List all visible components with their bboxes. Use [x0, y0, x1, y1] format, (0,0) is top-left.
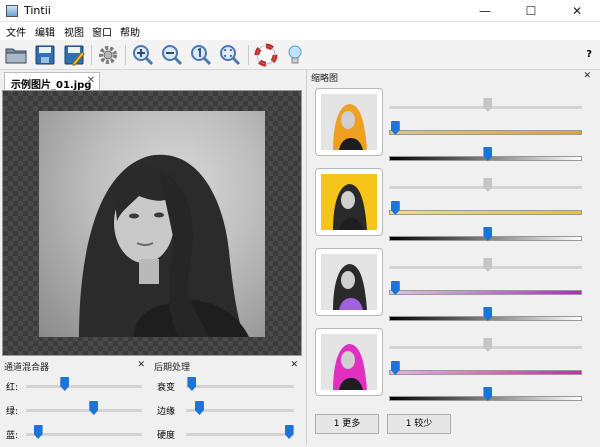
- lightbulb-icon[interactable]: [283, 43, 307, 67]
- thumbnail-close-icon[interactable]: ✕: [583, 71, 591, 81]
- menu-window[interactable]: 窗口: [92, 24, 112, 39]
- mixer-panel-title: 通道混合器 ✕: [4, 360, 149, 374]
- post-edge-label: 边缘: [157, 407, 176, 417]
- mixer-green-track[interactable]: [26, 409, 142, 412]
- hue-slider[interactable]: [483, 98, 493, 112]
- mixer-blue-label: 蓝:: [6, 431, 19, 441]
- save-icon[interactable]: [33, 43, 57, 67]
- open-folder-icon[interactable]: [4, 43, 28, 67]
- menu-bar: 文件 编辑 视图 窗口 帮助: [0, 22, 600, 40]
- tab-close-icon[interactable]: ✕: [87, 75, 95, 86]
- zoom-in-icon[interactable]: [131, 43, 155, 67]
- zoom-fit-icon[interactable]: [218, 43, 242, 67]
- close-button[interactable]: ✕: [554, 0, 600, 22]
- title-bar: Tintii — ☐ ✕: [0, 0, 600, 22]
- main-photo: [39, 111, 265, 337]
- post-hardness-label: 硬度: [157, 431, 176, 441]
- mixer-green-slider[interactable]: [89, 401, 99, 415]
- minimize-button[interactable]: —: [462, 0, 508, 22]
- mixer-close-icon[interactable]: ✕: [137, 360, 145, 370]
- mixer-title-text: 通道混合器: [4, 363, 50, 373]
- post-hardness-slider[interactable]: [284, 425, 294, 439]
- post-decay-slider[interactable]: [187, 377, 197, 391]
- app-icon: [6, 5, 18, 17]
- mixer-red-slider[interactable]: [60, 377, 70, 391]
- fewer-button[interactable]: 1 较少: [387, 414, 451, 434]
- thumbnail-panel: 缩略图 ✕ 1 更多 1 较少: [306, 70, 598, 445]
- thumbnail-image: [321, 254, 377, 310]
- thumbnail-panel-title: 缩略图 ✕: [311, 71, 595, 85]
- mixer-red-track[interactable]: [26, 385, 142, 388]
- post-decay-label: 衰变: [157, 383, 176, 393]
- thumbnail-image: [321, 334, 377, 390]
- document-tab[interactable]: 示例图片_01.jpg ✕: [4, 72, 100, 91]
- thumbnail-4[interactable]: [315, 328, 383, 396]
- saturation-gradient[interactable]: [389, 370, 582, 375]
- post-decay-track[interactable]: [186, 385, 294, 388]
- window-title: Tintii: [24, 4, 51, 17]
- save-as-icon[interactable]: [62, 43, 86, 67]
- thumbnail-title-text: 缩略图: [311, 74, 339, 84]
- hue-slider[interactable]: [483, 258, 493, 272]
- thumbnail-2[interactable]: [315, 168, 383, 236]
- toolbar-separator: [248, 45, 249, 65]
- more-button[interactable]: 1 更多: [315, 414, 379, 434]
- menu-help[interactable]: 帮助: [120, 24, 140, 39]
- mixer-blue-slider[interactable]: [33, 425, 43, 439]
- mixer-green-label: 绿:: [6, 407, 19, 417]
- saturation-gradient[interactable]: [389, 210, 582, 215]
- saturation-gradient[interactable]: [389, 130, 582, 135]
- help-lifebuoy-icon[interactable]: [254, 43, 278, 67]
- context-help-button[interactable]: ?: [586, 49, 592, 60]
- mixer-blue-track[interactable]: [26, 433, 142, 436]
- hue-slider[interactable]: [483, 338, 493, 352]
- menu-edit[interactable]: 编辑: [35, 24, 55, 39]
- gear-icon[interactable]: [96, 43, 120, 67]
- zoom-out-icon[interactable]: [160, 43, 184, 67]
- image-canvas[interactable]: [2, 90, 302, 356]
- document-tab-label: 示例图片_01.jpg: [11, 80, 92, 91]
- toolbar: ?: [0, 40, 600, 70]
- post-title-text: 后期处理: [154, 363, 191, 373]
- post-panel-title: 后期处理 ✕: [154, 360, 302, 374]
- post-close-icon[interactable]: ✕: [290, 360, 298, 370]
- thumbnail-image: [321, 174, 377, 230]
- menu-file[interactable]: 文件: [6, 24, 26, 39]
- post-hardness-track[interactable]: [186, 433, 294, 436]
- menu-view[interactable]: 视图: [64, 24, 84, 39]
- thumbnail-image: [321, 94, 377, 150]
- toolbar-separator: [125, 45, 126, 65]
- maximize-button[interactable]: ☐: [508, 0, 554, 22]
- hue-slider[interactable]: [483, 178, 493, 192]
- post-edge-slider[interactable]: [194, 401, 204, 415]
- toolbar-separator: [91, 45, 92, 65]
- thumbnail-3[interactable]: [315, 248, 383, 316]
- thumbnail-1[interactable]: [315, 88, 383, 156]
- zoom-actual-size-icon[interactable]: [189, 43, 213, 67]
- mixer-red-label: 红:: [6, 383, 19, 393]
- saturation-gradient[interactable]: [389, 290, 582, 295]
